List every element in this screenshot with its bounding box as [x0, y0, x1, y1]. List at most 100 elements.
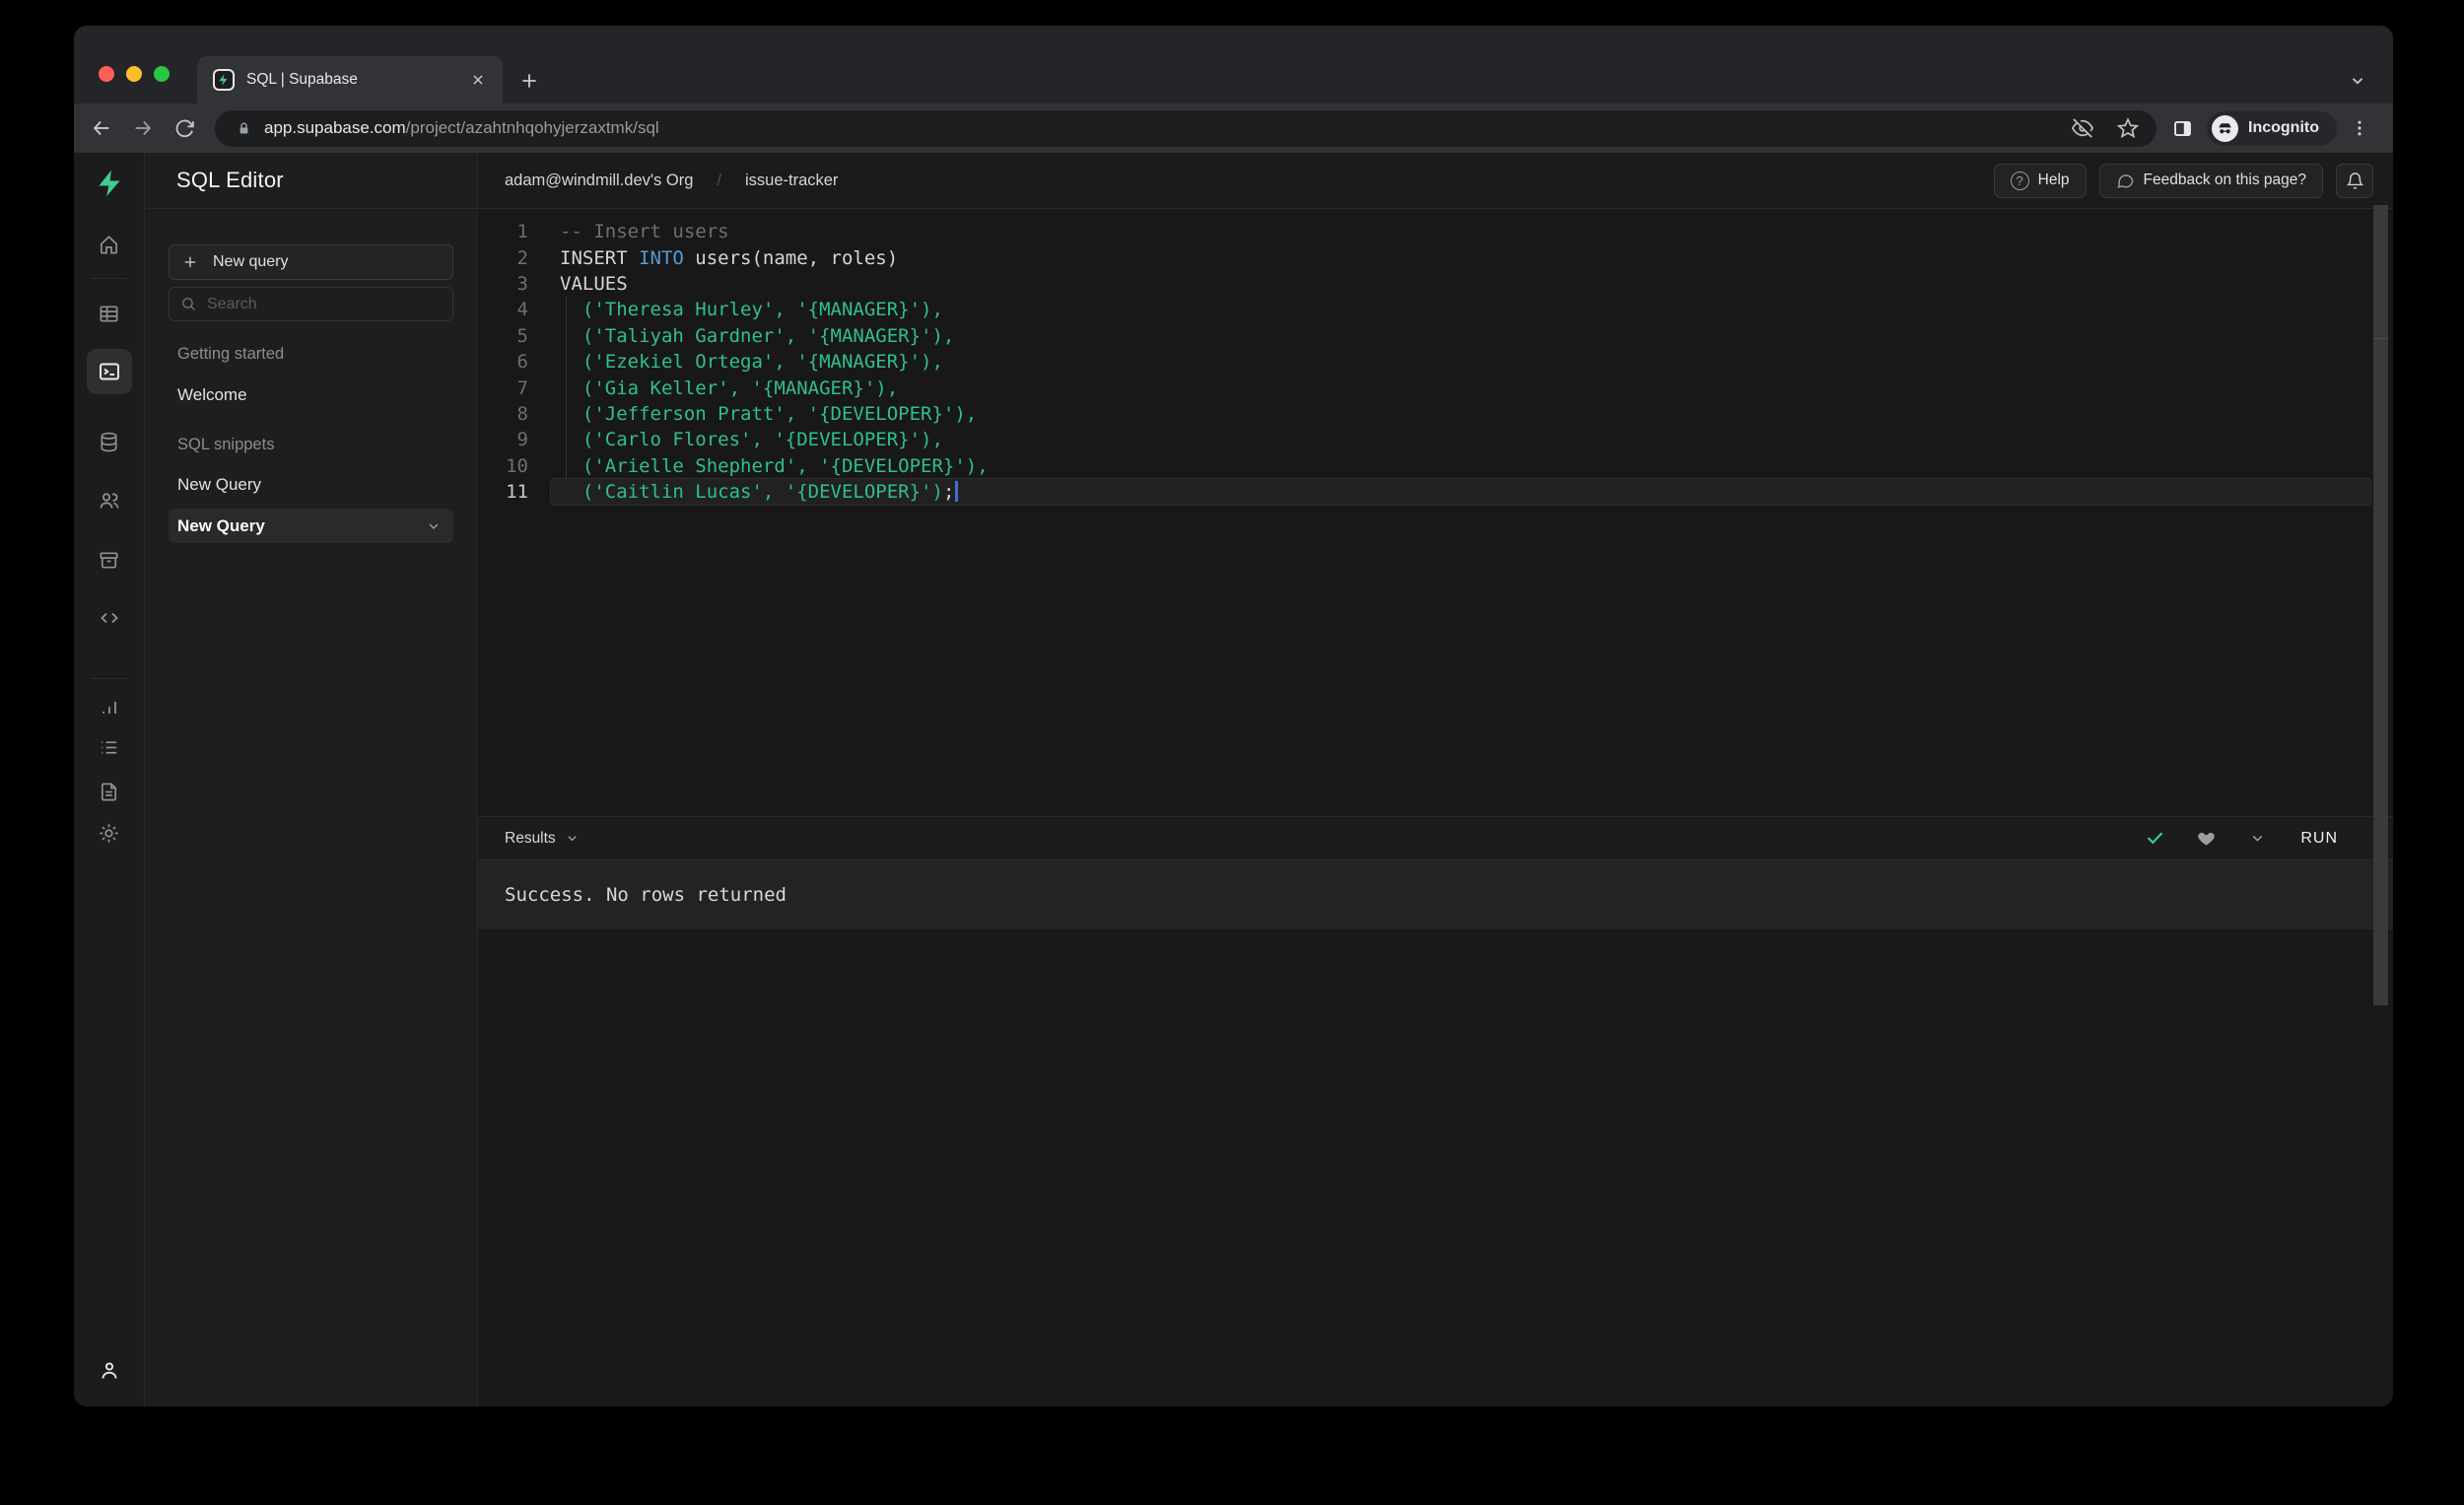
new-query-button[interactable]: New query	[169, 244, 453, 280]
code-text: ('Ezekiel Ortega', '{MANAGER}'),	[560, 351, 943, 374]
favorite-heart-icon[interactable]	[2192, 825, 2220, 853]
code-line[interactable]: 10 ('Arielle Shepherd', '{DEVELOPER}'),	[478, 453, 2393, 479]
chevron-down-icon[interactable]	[2243, 825, 2271, 853]
docs-icon[interactable]	[91, 773, 128, 810]
browser-toolbar: app.supabase.com/project/azahtnhqohyjerz…	[74, 103, 2393, 153]
help-button[interactable]: ? Help	[1993, 163, 2087, 198]
code-text: INSERT INTO users(name, roles)	[560, 246, 899, 269]
code-line[interactable]: 4 ('Theresa Hurley', '{MANAGER}'),	[478, 297, 2393, 322]
star-icon[interactable]	[2117, 117, 2139, 139]
macos-zoom-button[interactable]	[154, 66, 170, 82]
code-line[interactable]: 5 ('Taliyah Gardner', '{MANAGER}'),	[478, 323, 2393, 349]
results-empty-space	[478, 929, 2393, 1406]
section-label-sql-snippets: SQL snippets	[177, 436, 275, 453]
text-cursor	[955, 481, 959, 503]
success-message: Success. No rows returned	[505, 884, 787, 906]
results-dropdown[interactable]: Results	[505, 830, 580, 848]
code-line[interactable]: 11 ('Caitlin Lucas', '{DEVELOPER}');	[478, 477, 2393, 507]
primary-sidebar	[74, 153, 145, 1406]
database-icon[interactable]	[91, 423, 128, 460]
plus-icon	[181, 253, 199, 271]
code-editor[interactable]: 1 -- Insert users 2 INSERT INTO users(name,…	[478, 209, 2393, 816]
notifications-button[interactable]	[2336, 163, 2373, 198]
feedback-button[interactable]: Feedback on this page?	[2098, 163, 2323, 198]
code-text: ('Theresa Hurley', '{MANAGER}'),	[560, 299, 943, 321]
back-icon[interactable]	[85, 111, 118, 145]
macos-close-button[interactable]	[99, 66, 114, 82]
code-text: ('Arielle Shepherd', '{DEVELOPER}'),	[560, 454, 989, 477]
results-output: Success. No rows returned	[478, 860, 2393, 929]
auth-users-icon[interactable]	[91, 482, 128, 519]
results-label: Results	[505, 829, 556, 847]
new-query-button-label: New query	[213, 253, 289, 270]
sidebar-item-new-query[interactable]: New Query	[145, 468, 477, 502]
breadcrumb-separator: /	[717, 171, 721, 189]
chevron-down-icon	[565, 831, 580, 846]
code-line[interactable]: 1 -- Insert users	[478, 219, 2393, 244]
code-line[interactable]: 2 INSERT INTO users(name, roles)	[478, 244, 2393, 270]
reload-icon[interactable]	[168, 111, 201, 145]
settings-icon[interactable]	[91, 814, 128, 852]
line-number: 8	[516, 402, 528, 425]
sidebar-item-new-query-active[interactable]: New Query	[169, 509, 453, 543]
lock-icon	[236, 120, 252, 137]
code-text: ('Caitlin Lucas', '{DEVELOPER}');	[560, 481, 959, 503]
help-icon: ?	[2010, 171, 2029, 190]
line-number: 9	[516, 429, 528, 451]
line-number: 2	[516, 246, 528, 269]
new-tab-icon[interactable]	[515, 67, 543, 95]
breadcrumb-project[interactable]: issue-tracker	[745, 171, 838, 190]
line-number: 6	[516, 351, 528, 374]
code-line[interactable]: 9 ('Carlo Flores', '{DEVELOPER}'),	[478, 427, 2393, 452]
logs-icon[interactable]	[91, 728, 128, 766]
forward-icon[interactable]	[126, 111, 160, 145]
eye-off-icon[interactable]	[2072, 117, 2093, 139]
speech-bubble-icon	[2116, 171, 2135, 190]
table-editor-icon[interactable]	[91, 295, 128, 332]
incognito-badge: Incognito	[2207, 110, 2337, 146]
sidebar-item-welcome[interactable]: Welcome	[145, 378, 477, 412]
edge-functions-icon[interactable]	[91, 599, 128, 637]
url-host: app.supabase.com	[264, 118, 406, 137]
run-button[interactable]: RUN	[2300, 830, 2338, 848]
url-bar[interactable]: app.supabase.com/project/azahtnhqohyjerz…	[215, 109, 2156, 147]
incognito-label: Incognito	[2248, 119, 2319, 136]
macos-minimize-button[interactable]	[126, 66, 142, 82]
url-text: app.supabase.com/project/azahtnhqohyjerz…	[264, 118, 659, 138]
supabase-logo[interactable]	[91, 165, 128, 202]
tab-strip: SQL | Supabase	[74, 26, 2393, 103]
storage-icon[interactable]	[91, 541, 128, 579]
supabase-favicon	[213, 69, 235, 91]
code-text: ('Jefferson Pratt', '{DEVELOPER}'),	[560, 402, 978, 425]
line-number: 5	[516, 324, 528, 347]
chevron-down-icon[interactable]	[426, 518, 442, 534]
account-icon[interactable]	[91, 1352, 128, 1390]
search-input[interactable]	[207, 295, 424, 313]
code-line[interactable]: 3 VALUES	[478, 271, 2393, 297]
browser-window: SQL | Supabase app.supabase.com/project/…	[74, 26, 2393, 1406]
sql-editor-icon[interactable]	[86, 349, 132, 394]
code-line[interactable]: 8 ('Jefferson Pratt', '{DEVELOPER}'),	[478, 401, 2393, 427]
code-line[interactable]: 7 ('Gia Keller', '{MANAGER}'),	[478, 375, 2393, 400]
page-title: SQL Editor	[176, 168, 284, 192]
main-area: adam@windmill.dev's Org / issue-tracker …	[478, 153, 2393, 1406]
code-text: ('Gia Keller', '{MANAGER}'),	[560, 376, 899, 399]
home-icon[interactable]	[91, 226, 128, 263]
side-panel-icon[interactable]	[2172, 118, 2193, 139]
tab-search-icon[interactable]	[2344, 67, 2371, 95]
scrollbar-thumb[interactable]	[2373, 205, 2388, 1005]
search-field[interactable]	[169, 287, 453, 321]
panel-header: SQL Editor	[145, 153, 477, 209]
close-tab-icon[interactable]	[465, 67, 491, 93]
code-line[interactable]: 6 ('Ezekiel Ortega', '{MANAGER}'),	[478, 349, 2393, 375]
active-snippet-label: New Query	[177, 515, 265, 535]
success-check-icon	[2141, 825, 2168, 853]
code-text: -- Insert users	[560, 221, 729, 243]
browser-tab[interactable]: SQL | Supabase	[197, 56, 503, 103]
reports-icon[interactable]	[91, 689, 128, 726]
menu-dots-icon[interactable]	[2350, 118, 2369, 138]
line-number: 11	[506, 481, 528, 504]
breadcrumb-org[interactable]: adam@windmill.dev's Org	[505, 171, 693, 190]
rail-divider	[91, 278, 128, 279]
bell-icon	[2346, 171, 2364, 190]
